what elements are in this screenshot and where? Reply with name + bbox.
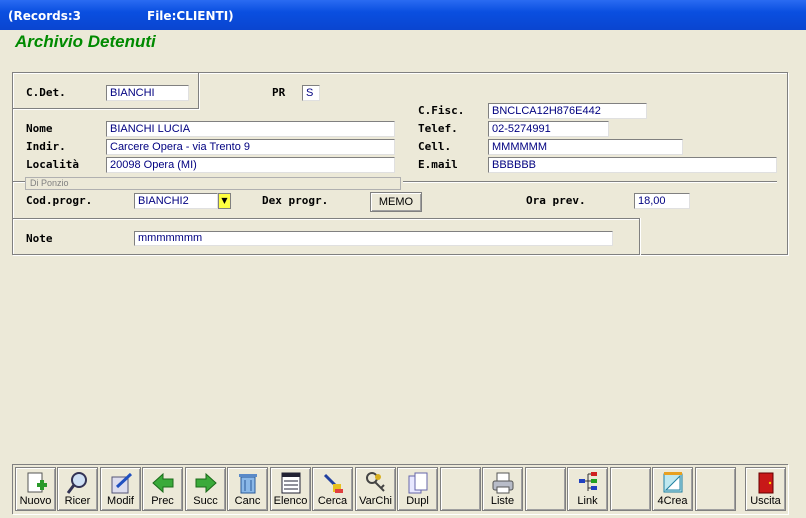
pr-label: PR bbox=[272, 86, 286, 99]
localita-field[interactable]: 20098 Opera (MI) bbox=[106, 157, 395, 173]
4crea-button[interactable]: 4Crea bbox=[652, 467, 693, 511]
canc-button[interactable]: Canc bbox=[227, 467, 268, 511]
memo-button[interactable]: MEMO bbox=[370, 192, 422, 212]
telef-field[interactable]: 02-5274991 bbox=[488, 121, 609, 137]
button-label: Ricer bbox=[64, 495, 91, 507]
magnifier-icon bbox=[66, 472, 87, 494]
oraprev-label: Ora prev. bbox=[526, 194, 586, 207]
nuovo-button[interactable]: Nuovo bbox=[15, 467, 56, 511]
printer-icon bbox=[492, 472, 513, 494]
arrow-left-icon bbox=[151, 472, 173, 494]
button-label: Nuovo bbox=[19, 495, 52, 507]
button-label: Liste bbox=[490, 495, 515, 507]
copy-icon bbox=[408, 472, 427, 494]
pr-field[interactable]: S bbox=[302, 85, 320, 101]
empty-button[interactable] bbox=[440, 467, 481, 511]
varchi-button[interactable]: VarChi bbox=[355, 467, 396, 511]
divider bbox=[13, 218, 640, 220]
arrow-right-icon bbox=[195, 472, 217, 494]
cell-field[interactable]: MMMMMM bbox=[488, 139, 683, 155]
divider bbox=[639, 218, 641, 255]
exit-door-icon bbox=[758, 472, 773, 494]
button-label: 4Crea bbox=[657, 495, 688, 507]
empty-button[interactable] bbox=[610, 467, 651, 511]
group-caption: Di Ponzio bbox=[25, 177, 401, 190]
button-label: Canc bbox=[234, 495, 261, 507]
codprogr-field[interactable]: BIANCHI2 bbox=[134, 193, 218, 209]
note-field[interactable]: mmmmmmm bbox=[134, 231, 613, 246]
telef-label: Telef. bbox=[418, 122, 458, 135]
modif-button[interactable]: Modif bbox=[100, 467, 141, 511]
design-icon bbox=[663, 472, 682, 493]
button-label: Dupl bbox=[406, 495, 429, 507]
prec-button[interactable]: Prec bbox=[142, 467, 183, 511]
button-label: Link bbox=[577, 495, 598, 507]
page-title: Archivio Detenuti bbox=[15, 32, 156, 51]
divider bbox=[403, 181, 777, 183]
link-button[interactable]: Link bbox=[567, 467, 608, 511]
list-icon bbox=[281, 472, 300, 494]
empty-button[interactable] bbox=[695, 467, 736, 511]
file-name: File:CLIENTI) bbox=[147, 9, 234, 23]
trash-icon bbox=[238, 474, 257, 494]
oraprev-field[interactable]: 18,00 bbox=[634, 193, 690, 209]
find-icon bbox=[323, 473, 343, 493]
button-label: Prec bbox=[151, 495, 174, 507]
cell-label: Cell. bbox=[418, 140, 452, 153]
cdet-label: C.Det. bbox=[26, 86, 66, 99]
button-label: Succ bbox=[193, 495, 218, 507]
cerca-button[interactable]: Cerca bbox=[312, 467, 353, 511]
ricer-button[interactable]: Ricer bbox=[57, 467, 98, 511]
empty-button[interactable] bbox=[525, 467, 566, 511]
indir-field[interactable]: Carcere Opera - via Trento 9 bbox=[106, 139, 395, 155]
button-label: Cerca bbox=[317, 495, 348, 507]
nome-field[interactable]: BIANCHI LUCIA bbox=[106, 121, 395, 137]
cfisc-label: C.Fisc. bbox=[418, 104, 465, 117]
keys-icon bbox=[365, 472, 385, 492]
uscita-button[interactable]: Uscita bbox=[745, 467, 786, 511]
new-document-icon bbox=[27, 472, 47, 493]
elenco-button[interactable]: Elenco bbox=[270, 467, 311, 511]
indir-label: Indir. bbox=[26, 140, 66, 153]
button-label: VarChi bbox=[359, 495, 392, 507]
title-bar: (Records:3 File:CLIENTI) bbox=[0, 0, 806, 30]
liste-button[interactable]: Liste bbox=[482, 467, 523, 511]
edit-document-icon bbox=[111, 472, 132, 494]
nome-label: Nome bbox=[26, 122, 53, 135]
divider bbox=[13, 181, 25, 183]
cfisc-field[interactable]: BNCLCA12H876E442 bbox=[488, 103, 647, 119]
codprogr-label: Cod.progr. bbox=[26, 194, 93, 207]
dupl-button[interactable]: Dupl bbox=[397, 467, 438, 511]
email-label: E.mail bbox=[418, 158, 458, 171]
codprogr-dropdown-button[interactable]: ▼ bbox=[218, 193, 231, 209]
chevron-down-icon: ▼ bbox=[221, 196, 228, 205]
button-label: Uscita bbox=[750, 495, 781, 507]
localita-label: Località bbox=[26, 158, 79, 171]
tree-icon bbox=[578, 472, 597, 491]
cdet-field[interactable]: BIANCHI bbox=[106, 85, 189, 101]
succ-button[interactable]: Succ bbox=[185, 467, 226, 511]
records-count: (Records:3 bbox=[8, 9, 82, 23]
email-field[interactable]: BBBBBB bbox=[488, 157, 777, 173]
button-label: Modif bbox=[107, 495, 134, 507]
button-label: Elenco bbox=[273, 495, 308, 507]
note-label: Note bbox=[26, 232, 53, 245]
dexprogr-label: Dex progr. bbox=[262, 194, 329, 207]
